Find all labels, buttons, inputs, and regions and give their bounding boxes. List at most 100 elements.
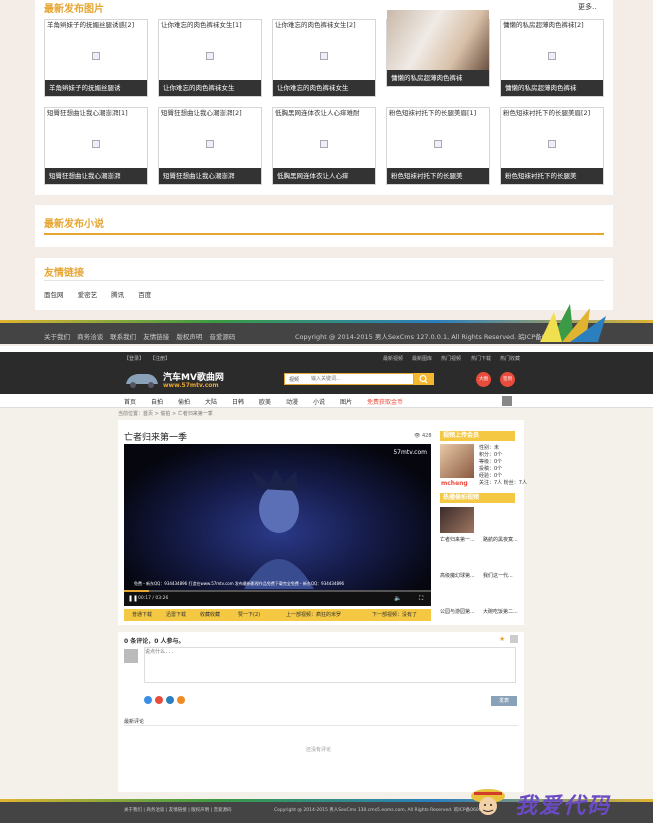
douban-icon[interactable] xyxy=(177,696,185,704)
thumb-caption[interactable]: 粉色短袜衬托下的长腿美 xyxy=(387,168,489,184)
image-thumb-card[interactable]: 短臀狂想曲让我心潮澎湃[1] 短臀狂想曲让我心潮澎湃 xyxy=(44,107,148,185)
image-thumb-card[interactable]: 慵懒的私房超薄肉色裤袜 xyxy=(386,10,490,87)
hot-video-item[interactable]: 亡者归来第一... xyxy=(440,536,475,543)
image-thumb-card[interactable]: 慵懒的私房超薄肉色裤袜[2] 慵懒的私房超薄肉色裤袜 xyxy=(500,19,604,97)
thumb-title[interactable]: 低胸黑网连体衣让人心痒难耐 xyxy=(273,108,375,118)
thumb-image[interactable] xyxy=(45,118,147,168)
edit-icon[interactable] xyxy=(502,396,512,406)
qq-icon[interactable] xyxy=(144,696,152,704)
thumb-title[interactable]: 粉色短袜衬托下的长腿美眉[2] xyxy=(501,108,603,118)
image-thumb-card[interactable]: 低胸黑网连体衣让人心痒难耐低胸黑网连体衣让人心痒 xyxy=(272,107,376,185)
thumb-caption[interactable]: 低胸黑网连体衣让人心痒 xyxy=(273,168,375,184)
uploader-name[interactable]: mcheng xyxy=(441,480,468,487)
thumb-image[interactable] xyxy=(159,30,261,80)
thumb-image[interactable] xyxy=(273,30,375,80)
footer-link[interactable]: 版权声明 xyxy=(191,808,209,813)
topbar-link[interactable]: 热门下载 xyxy=(471,355,491,362)
search-input[interactable] xyxy=(311,375,411,383)
more-link[interactable]: 更多.. xyxy=(578,2,596,12)
thumb-caption[interactable]: 短臀狂想曲让我心潮澎湃 xyxy=(159,168,261,184)
thumb-title[interactable]: 羊角辫妹子的抚媚丝腿诱惑[2] xyxy=(45,20,147,30)
image-thumb-card[interactable]: 让你难忘的肉色裤袜女生[1] 让你难忘的肉色裤袜女生 xyxy=(158,19,262,97)
thumb-image[interactable] xyxy=(387,118,489,168)
comment-textarea[interactable] xyxy=(144,647,516,683)
favorite-button[interactable]: 收藏收藏 xyxy=(200,611,220,618)
nav-item[interactable]: 自拍 xyxy=(151,397,163,406)
like-button[interactable]: 赞一下(2) xyxy=(238,611,260,618)
nav-item[interactable]: 动漫 xyxy=(286,397,298,406)
settings-icon[interactable] xyxy=(510,635,518,643)
thumb-title[interactable]: 让你难忘的肉色裤袜女生[2] xyxy=(273,20,375,30)
hot-video-item[interactable]: 路航的黑夜寞... xyxy=(483,536,518,543)
topbar-link[interactable]: 最新视频 xyxy=(383,355,403,362)
thumb-title[interactable]: 短臀狂想曲让我心潮澎湃[2] xyxy=(159,108,261,118)
footer-link[interactable]: 联系我们 xyxy=(110,333,136,341)
login-link[interactable]: 【登录】 xyxy=(124,355,144,362)
hot-video-item[interactable]: 高级魔幻球第... xyxy=(440,572,475,579)
checkin-button[interactable]: 签到 xyxy=(500,372,515,387)
nav-item[interactable]: 日韩 xyxy=(232,397,244,406)
thumb-caption[interactable]: 粉色短袜衬托下的长腿美 xyxy=(501,168,603,184)
thunder-download-button[interactable]: 迅雷下载 xyxy=(166,611,186,618)
friend-link[interactable]: 爱密艺 xyxy=(78,291,98,299)
thumb-caption[interactable]: 让你难忘的肉色裤袜女生 xyxy=(273,80,375,96)
image-thumb-card[interactable]: 粉色短袜衬托下的长腿美眉[1] 粉色短袜衬托下的长腿美 xyxy=(386,107,490,185)
friend-link[interactable]: 腾讯 xyxy=(111,291,124,299)
footer-link[interactable]: 友情链接 xyxy=(143,333,169,341)
video-player[interactable]: 57mtv.com 免费・新东QQ：934434896 打造在www.57mtv… xyxy=(124,444,431,606)
thumb-image[interactable] xyxy=(387,10,489,70)
footer-link[interactable]: 商务洽谈 xyxy=(77,333,103,341)
image-thumb-card[interactable]: 羊角辫妹子的抚媚丝腿诱惑[2] 羊角辫妹子的抚媚丝腿诱 xyxy=(44,19,148,97)
friend-link[interactable]: 面包网 xyxy=(44,291,64,299)
thumb-title[interactable]: 让你难忘的肉色裤袜女生[1] xyxy=(159,20,261,30)
hot-video-item[interactable]: 公园与游园第... xyxy=(440,608,475,615)
thumb-caption[interactable]: 慵懒的私房超薄肉色裤袜 xyxy=(501,80,603,96)
thumb-image[interactable] xyxy=(501,30,603,80)
thumb-title[interactable]: 短臀狂想曲让我心潮澎湃[1] xyxy=(45,108,147,118)
thumb-image[interactable] xyxy=(501,118,603,168)
publish-button[interactable]: 发表 xyxy=(491,696,517,706)
footer-link[interactable]: 关于我们 xyxy=(124,808,142,813)
nav-item[interactable]: 偷拍 xyxy=(178,397,190,406)
nav-item[interactable]: 小说 xyxy=(313,397,325,406)
image-thumb-card[interactable]: 粉色短袜衬托下的长腿美眉[2] 粉色短袜衬托下的长腿美 xyxy=(500,107,604,185)
thumb-image[interactable] xyxy=(273,118,375,168)
progress-track[interactable] xyxy=(124,590,431,592)
topbar-link[interactable]: 热门收藏 xyxy=(500,355,520,362)
thumb-title[interactable]: 慵懒的私房超薄肉色裤袜[2] xyxy=(501,20,603,30)
nav-item[interactable]: 大陆 xyxy=(205,397,217,406)
hot-video-item[interactable]: 我们这一代... xyxy=(483,572,513,579)
thumb-image[interactable] xyxy=(159,118,261,168)
prev-video-link[interactable]: 上一部视频：疯狂的米罗 xyxy=(286,611,341,618)
hot-video-thumb[interactable] xyxy=(440,507,474,533)
thumb-caption[interactable]: 羊角辫妹子的抚媚丝腿诱 xyxy=(45,80,147,96)
thumb-title[interactable]: 粉色短袜衬托下的长腿美眉[1] xyxy=(387,108,489,118)
footer-link[interactable]: 商务洽谈 xyxy=(146,808,164,813)
volume-icon[interactable]: 🔈 xyxy=(394,595,401,602)
image-thumb-card[interactable]: 短臀狂想曲让我心潮澎湃[2] 短臀狂想曲让我心潮澎湃 xyxy=(158,107,262,185)
register-link[interactable]: 【注册】 xyxy=(150,355,170,362)
search-scope-select[interactable]: 视频 xyxy=(289,376,299,383)
footer-link[interactable]: 音爱源码 xyxy=(214,808,232,813)
nav-item[interactable]: 首页 xyxy=(124,397,136,406)
star-icon[interactable]: ★ xyxy=(499,635,505,643)
nav-item-free-coins[interactable]: 免费获取金币 xyxy=(367,397,403,406)
play-pause-icon[interactable]: ❚❚ xyxy=(128,595,138,602)
uploader-avatar[interactable] xyxy=(440,444,474,478)
thumb-caption[interactable]: 短臀狂想曲让我心潮澎湃 xyxy=(45,168,147,184)
footer-link[interactable]: 友情链接 xyxy=(169,808,187,813)
footer-link[interactable]: 音爱源码 xyxy=(209,333,235,341)
next-video-link[interactable]: 下一部视频：没有了 xyxy=(372,611,417,618)
normal-download-button[interactable]: 普通下载 xyxy=(132,611,152,618)
fullscreen-icon[interactable]: ⛶ xyxy=(419,595,423,603)
topbar-link[interactable]: 热门视频 xyxy=(441,355,461,362)
footer-link[interactable]: 版权声明 xyxy=(176,333,202,341)
thumb-caption[interactable]: 慵懒的私房超薄肉色裤袜 xyxy=(387,70,489,86)
friend-link[interactable]: 百度 xyxy=(138,291,151,299)
hot-video-item[interactable]: 大碗吃饭第二... xyxy=(483,608,518,615)
footer-link[interactable]: 关于我们 xyxy=(44,333,70,341)
thumb-caption[interactable]: 让你难忘的肉色裤袜女生 xyxy=(159,80,261,96)
thumb-image[interactable] xyxy=(45,30,147,80)
weibo-icon[interactable] xyxy=(155,696,163,704)
search-button[interactable] xyxy=(414,373,434,385)
